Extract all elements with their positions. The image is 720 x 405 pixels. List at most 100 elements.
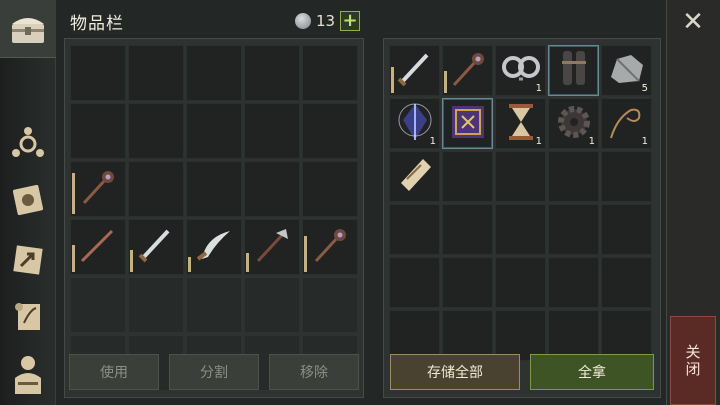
right-slot-empty[interactable] bbox=[548, 204, 599, 255]
left-slot-filled[interactable] bbox=[244, 219, 300, 275]
inventory-tab[interactable] bbox=[0, 0, 56, 58]
right-slot-empty[interactable] bbox=[389, 257, 440, 308]
quest-scroll-icon bbox=[15, 303, 40, 330]
left-slot-empty[interactable] bbox=[128, 45, 184, 101]
durability-bar bbox=[72, 245, 75, 272]
sidebar bbox=[0, 0, 56, 405]
journal-tab[interactable] bbox=[6, 178, 50, 222]
map-icon bbox=[13, 245, 43, 275]
durability-bar bbox=[246, 252, 249, 272]
right-slot-filled[interactable] bbox=[442, 98, 493, 149]
scimitar-icon bbox=[192, 223, 236, 271]
right-slot-empty[interactable] bbox=[495, 151, 546, 202]
halberd-icon bbox=[250, 223, 294, 271]
durability-bar bbox=[188, 257, 191, 272]
item-count: 1 bbox=[535, 83, 542, 94]
left-slot-filled[interactable] bbox=[70, 219, 126, 275]
coin-count: 13 bbox=[316, 12, 336, 30]
right-slot-empty[interactable] bbox=[389, 204, 440, 255]
map-tab[interactable] bbox=[6, 238, 50, 282]
left-slot-filled[interactable] bbox=[128, 219, 184, 275]
close-strip: ✕ 关闭 bbox=[666, 0, 720, 405]
durability-bar bbox=[444, 70, 447, 93]
left-slot-empty[interactable] bbox=[128, 161, 184, 217]
journal-icon bbox=[12, 184, 44, 216]
left-slot-empty[interactable] bbox=[186, 277, 242, 333]
close-label: 关闭 bbox=[683, 343, 702, 378]
container-panel: 1 5 1 1 1 1 bbox=[383, 38, 661, 398]
left-slot-filled[interactable] bbox=[302, 219, 358, 275]
left-slot-empty[interactable] bbox=[186, 103, 242, 159]
split-button[interactable]: 分割 bbox=[169, 354, 259, 390]
durability-bar bbox=[72, 172, 75, 214]
quest-tab[interactable] bbox=[6, 294, 50, 338]
close-button[interactable]: 关闭 bbox=[670, 316, 716, 405]
right-slot-filled[interactable] bbox=[389, 151, 440, 202]
left-slot-empty[interactable] bbox=[70, 103, 126, 159]
left-slot-empty[interactable] bbox=[302, 103, 358, 159]
right-slot-empty[interactable] bbox=[442, 204, 493, 255]
left-slot-empty[interactable] bbox=[244, 277, 300, 333]
character-tab[interactable] bbox=[6, 352, 50, 396]
remove-button[interactable]: 移除 bbox=[269, 354, 359, 390]
left-slot-empty[interactable] bbox=[302, 45, 358, 101]
durability-bar bbox=[391, 66, 394, 93]
left-slot-empty[interactable] bbox=[244, 103, 300, 159]
mace-icon bbox=[308, 223, 352, 271]
right-slot-empty[interactable] bbox=[495, 204, 546, 255]
left-slot-filled[interactable] bbox=[186, 219, 242, 275]
right-slot-filled[interactable]: 1 bbox=[548, 98, 599, 149]
left-slot-empty[interactable] bbox=[128, 277, 184, 333]
right-slot-empty[interactable] bbox=[548, 257, 599, 308]
right-slot-empty[interactable] bbox=[442, 257, 493, 308]
item-count: 5 bbox=[641, 83, 648, 94]
right-slot-filled[interactable]: 1 bbox=[495, 45, 546, 96]
right-slot-empty[interactable] bbox=[442, 151, 493, 202]
right-slot-filled[interactable]: 1 bbox=[389, 98, 440, 149]
use-button[interactable]: 使用 bbox=[69, 354, 159, 390]
left-slot-empty[interactable] bbox=[186, 45, 242, 101]
left-slot-empty[interactable] bbox=[128, 103, 184, 159]
right-slot-filled[interactable] bbox=[442, 45, 493, 96]
durability-bar bbox=[304, 235, 307, 272]
left-slot-empty[interactable] bbox=[244, 161, 300, 217]
sword-icon bbox=[134, 223, 178, 271]
scroll-icon bbox=[393, 153, 437, 201]
sword-icon bbox=[393, 47, 437, 95]
coin-icon bbox=[295, 13, 311, 29]
right-slot-empty[interactable] bbox=[601, 257, 652, 308]
right-slot-filled[interactable] bbox=[548, 45, 599, 96]
left-slot-empty[interactable] bbox=[186, 161, 242, 217]
right-slot-empty[interactable] bbox=[601, 204, 652, 255]
close-icon[interactable]: ✕ bbox=[680, 9, 706, 36]
left-slot-empty[interactable] bbox=[302, 161, 358, 217]
leg-armor-icon bbox=[552, 47, 596, 95]
add-currency-button[interactable]: + bbox=[340, 11, 361, 31]
right-slot-filled[interactable] bbox=[389, 45, 440, 96]
crafting-icon bbox=[12, 127, 44, 157]
durability-bar bbox=[130, 250, 133, 272]
left-slot-empty[interactable] bbox=[244, 45, 300, 101]
left-slot-filled[interactable] bbox=[70, 161, 126, 217]
rune-book-icon bbox=[446, 100, 490, 148]
left-slot-empty[interactable] bbox=[302, 277, 358, 333]
left-slot-empty[interactable] bbox=[70, 45, 126, 101]
right-slot-filled[interactable]: 1 bbox=[601, 98, 652, 149]
take-all-button[interactable]: 全拿 bbox=[530, 354, 654, 390]
right-slot-filled[interactable]: 1 bbox=[495, 98, 546, 149]
mace-icon bbox=[446, 47, 490, 95]
item-count: 1 bbox=[535, 136, 542, 147]
container-grid: 1 5 1 1 1 1 bbox=[389, 45, 652, 361]
right-slot-empty[interactable] bbox=[601, 151, 652, 202]
right-slot-empty[interactable] bbox=[548, 151, 599, 202]
character-icon bbox=[15, 356, 41, 394]
item-count: 1 bbox=[588, 136, 595, 147]
right-slot-empty[interactable] bbox=[495, 257, 546, 308]
left-slot-empty[interactable] bbox=[70, 277, 126, 333]
currency-display: 13 + bbox=[295, 11, 361, 31]
right-slot-filled[interactable]: 5 bbox=[601, 45, 652, 96]
page-title: 物品栏 bbox=[70, 14, 124, 34]
crafting-tab[interactable] bbox=[6, 122, 50, 166]
item-count: 1 bbox=[641, 136, 648, 147]
store-all-button[interactable]: 存储全部 bbox=[390, 354, 520, 390]
